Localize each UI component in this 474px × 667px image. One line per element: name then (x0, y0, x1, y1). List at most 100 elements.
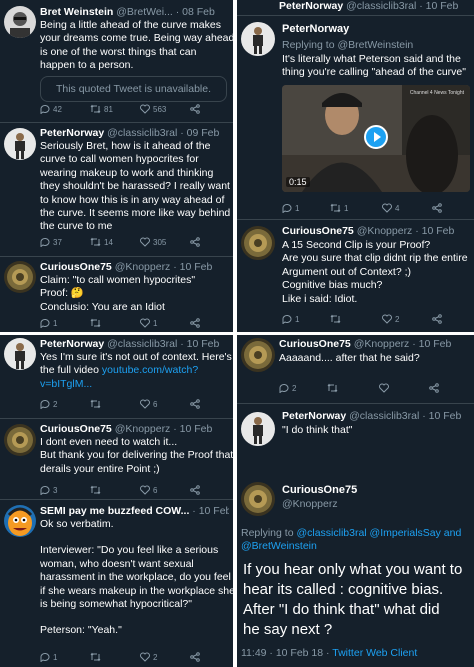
mention-link[interactable]: @BretWeinstein (241, 540, 470, 553)
share-icon (190, 485, 200, 495)
avatar[interactable] (241, 226, 275, 260)
panel-top-right: PeterNorway @classiclib3ral · 10 Feb Pet… (237, 0, 474, 332)
reply-button[interactable]: 2 (279, 383, 296, 393)
reply-button[interactable]: 1 (282, 314, 299, 324)
tweet-header: CuriousOne75 @Knopperz · 10 Feb (282, 225, 470, 237)
display-name[interactable]: PeterNorway (40, 127, 104, 139)
focused-tweet[interactable]: CuriousOne75 @Knopperz Replying to @clas… (237, 470, 474, 667)
display-name[interactable]: SEMI pay me buzzfeed COW... (40, 505, 189, 517)
reply-button[interactable]: 2 (40, 399, 57, 409)
avatar[interactable] (241, 22, 275, 56)
reply-button[interactable]: 37 (40, 237, 62, 247)
tweet[interactable]: SEMI pay me buzzfeed COW... · 10 Feb Ok … (0, 500, 233, 667)
youtube-link[interactable]: youtube.com/watch? (102, 364, 198, 376)
display-name[interactable]: PeterNorway (40, 338, 104, 350)
avatar[interactable] (4, 6, 36, 38)
reply-button[interactable]: 1 (40, 318, 57, 328)
tweet-header: PeterNorway @classiclib3ral · 10 Feb (282, 410, 470, 422)
retweet-icon (90, 104, 101, 114)
like-button[interactable]: 4 (382, 203, 399, 213)
tweet[interactable]: CuriousOne75 @Knopperz · 10 Feb A 15 Sec… (237, 220, 474, 332)
retweet-button[interactable] (327, 383, 338, 393)
share-button[interactable] (190, 237, 200, 247)
display-name[interactable]: CuriousOne75 (282, 225, 354, 237)
video-player[interactable]: Channel 4 News Tonight 0:15 (282, 85, 470, 192)
retweet-button[interactable]: 1 (330, 203, 348, 213)
retweet-button[interactable] (90, 652, 101, 662)
share-button[interactable] (432, 203, 442, 213)
retweet-icon (90, 485, 101, 495)
share-button[interactable] (190, 652, 200, 662)
retweet-icon (90, 237, 101, 247)
like-button[interactable]: 6 (140, 399, 157, 409)
retweet-button[interactable] (90, 318, 101, 328)
display-name[interactable]: PeterNorway (282, 410, 346, 422)
reply-button[interactable]: 1 (282, 203, 299, 213)
display-name[interactable]: CuriousOne75 (40, 261, 112, 273)
heart-icon (140, 485, 150, 495)
reply-icon (282, 314, 292, 324)
retweet-button[interactable]: 14 (90, 237, 113, 247)
tweet[interactable]: CuriousOne75 @Knopperz · 10 Feb Aaaaand.… (237, 335, 474, 403)
like-button[interactable]: 305 (140, 237, 166, 247)
tweet[interactable]: PeterNorway @classiclib3ral · 10 Feb Yes… (0, 335, 233, 418)
share-button[interactable] (432, 314, 442, 324)
tweet[interactable]: PeterNorway @classiclib3ral · 10 Feb Pet… (237, 0, 474, 214)
handle-date: @classiclib3ral · 10 Feb (349, 410, 462, 422)
reply-button[interactable]: 3 (40, 485, 57, 495)
like-button[interactable]: 2 (140, 652, 157, 662)
share-icon (432, 203, 442, 213)
handle: @Knopperz (282, 498, 338, 510)
display-name[interactable]: CuriousOne75 (282, 484, 470, 496)
tweet[interactable]: PeterNorway @classiclib3ral · 09 Feb Ser… (0, 123, 233, 257)
avatar[interactable] (4, 261, 36, 293)
retweet-button[interactable] (90, 485, 101, 495)
avatar[interactable] (241, 338, 275, 372)
avatar[interactable] (4, 128, 36, 160)
like-button[interactable]: 2 (382, 314, 399, 324)
share-button[interactable] (190, 399, 200, 409)
tweet-actions: 1 2 (40, 652, 229, 664)
like-button[interactable]: 1 (140, 318, 157, 328)
handle-date: @Knopperz · 10 Feb (114, 423, 213, 435)
avatar[interactable] (241, 412, 275, 446)
display-name[interactable]: PeterNorway (279, 0, 343, 12)
retweet-button[interactable]: 81 (90, 104, 113, 114)
retweet-button[interactable] (90, 399, 101, 409)
display-name[interactable]: Bret Weinstein (40, 6, 113, 18)
like-button[interactable] (379, 383, 389, 393)
avatar[interactable] (4, 505, 36, 537)
reply-button[interactable]: 42 (40, 104, 62, 114)
share-button[interactable] (190, 104, 200, 114)
tweet[interactable]: PeterNorway @classiclib3ral · 10 Feb "I … (237, 404, 474, 470)
tweet[interactable]: CuriousOne75 @Knopperz · 10 Feb I dont e… (0, 419, 233, 499)
heart-icon (382, 203, 392, 213)
like-button[interactable]: 563 (140, 104, 166, 114)
display-name[interactable]: CuriousOne75 (279, 338, 351, 350)
tweet[interactable]: CuriousOne75 @Knopperz · 10 Feb Claim: "… (0, 257, 233, 332)
handle-date: @Knopperz · 10 Feb (356, 225, 455, 237)
reply-icon (40, 318, 50, 328)
tweet-text: Seriously Bret, how is it ahead of the cu… (40, 140, 231, 233)
tweet-header: PeterNorway @classiclib3ral · 10 Feb (279, 0, 470, 12)
avatar[interactable] (4, 424, 36, 456)
display-name[interactable]: PeterNorway (282, 23, 349, 35)
share-button[interactable] (429, 383, 439, 393)
reply-button[interactable]: 1 (40, 652, 57, 662)
share-button[interactable] (190, 318, 200, 328)
display-name[interactable]: CuriousOne75 (40, 423, 112, 435)
timestamp[interactable]: 11:49 · 10 Feb 18 · (241, 647, 332, 659)
mention-links[interactable]: @classiclib3ral @ImperialsSay and (296, 527, 461, 539)
play-button[interactable] (364, 125, 388, 149)
share-button[interactable] (190, 485, 200, 495)
tweet-header: CuriousOne75 @Knopperz · 10 Feb (40, 423, 229, 435)
youtube-link[interactable]: v=bITglM... (40, 378, 229, 391)
like-button[interactable]: 6 (140, 485, 157, 495)
share-icon (190, 399, 200, 409)
handle-date: · 10 Feb (192, 505, 229, 517)
tweet[interactable]: Bret Weinstein @BretWei... · 08 Feb Bein… (0, 0, 233, 124)
client-link[interactable]: Twitter Web Client (332, 647, 417, 659)
avatar[interactable] (241, 482, 275, 516)
retweet-button[interactable] (330, 314, 341, 324)
avatar[interactable] (4, 338, 36, 370)
